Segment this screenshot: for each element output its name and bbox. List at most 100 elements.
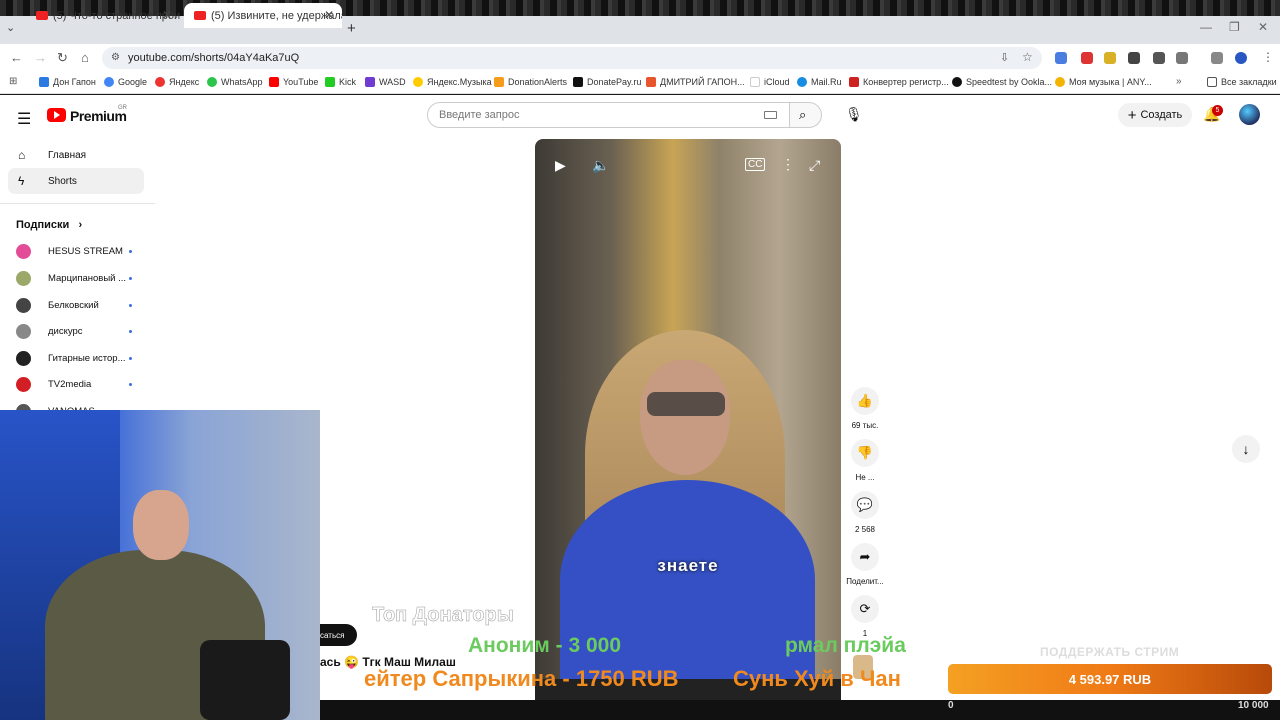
subscription-channel[interactable]: Марципановый ... <box>16 269 132 287</box>
home-icon[interactable]: ⌂ <box>81 50 89 65</box>
subscription-channel[interactable]: HESUS STREAM <box>16 242 132 260</box>
plus-icon: + <box>1127 106 1137 124</box>
reload-icon[interactable]: ↻ <box>57 50 68 66</box>
volume-icon[interactable]: 🔈 <box>592 157 609 174</box>
extension-icon[interactable] <box>1081 52 1093 64</box>
more-bookmarks-chevron-icon[interactable]: » <box>1176 76 1182 87</box>
subscriptions-heading[interactable]: Подписки › <box>16 219 82 231</box>
bookmark-item[interactable]: ДМИТРИЙ ГАПОН... <box>646 77 745 87</box>
media-controls-icon[interactable] <box>1211 52 1223 64</box>
bookmark-item[interactable]: YouTube <box>269 77 318 87</box>
new-content-dot <box>129 356 132 360</box>
extension-icon[interactable] <box>1104 52 1116 64</box>
vk-icon <box>39 77 49 87</box>
back-arrow-icon[interactable]: ← <box>10 50 23 65</box>
share-button[interactable]: ➦ <box>851 543 879 571</box>
browser-tab-1[interactable]: (5) Что-то странное происход ✕ <box>26 3 180 28</box>
donationalerts-icon <box>494 77 504 87</box>
goal-target-value: 10 000 <box>1238 700 1269 711</box>
play-icon[interactable]: ▶ <box>555 157 566 174</box>
search-icon: ⌕ <box>799 107 807 122</box>
donatepay-icon <box>573 77 583 87</box>
youtube-favicon-icon <box>194 11 206 20</box>
fullscreen-icon[interactable]: ⤢ <box>809 157 820 174</box>
bookmark-item[interactable]: Speedtest by Ookla... <box>952 77 1052 87</box>
channel-avatar <box>16 297 31 313</box>
new-content-dot <box>129 382 132 386</box>
bookmark-item[interactable]: Kick <box>325 77 356 87</box>
yandex-music-icon <box>413 77 423 87</box>
site-info-icon[interactable]: ⚙ <box>111 52 120 63</box>
extension-icon[interactable] <box>1153 52 1165 64</box>
minimize-window-button[interactable]: — <box>1200 20 1212 34</box>
bookmark-item[interactable]: Дон Гапон <box>39 77 96 87</box>
sidebar-item-home[interactable]: ⌂ Главная <box>8 142 144 168</box>
remix-button[interactable]: ⟳ <box>851 595 879 623</box>
browser-menu-icon[interactable]: ⋮ <box>1262 50 1274 64</box>
youtube-logo-icon[interactable] <box>47 108 66 122</box>
captions-icon[interactable]: CC <box>745 158 766 171</box>
close-tab-icon[interactable]: ✕ <box>324 8 334 22</box>
maximize-window-button[interactable]: ❐ <box>1229 20 1240 34</box>
microphone-icon[interactable]: 🎙 <box>845 106 863 123</box>
profile-avatar-icon[interactable] <box>1235 52 1247 64</box>
extension-icon[interactable] <box>1128 52 1140 64</box>
browser-tab-2-active[interactable]: (5) Извините, не удержалась ✕ <box>184 3 342 28</box>
keyboard-icon[interactable] <box>764 111 777 119</box>
comment-count: 2 568 <box>854 525 876 534</box>
close-window-button[interactable]: ✕ <box>1258 20 1268 34</box>
share-label: Поделит... <box>846 577 884 586</box>
google-icon <box>104 77 114 87</box>
create-label: Создать <box>1140 109 1183 121</box>
apps-grid-icon[interactable]: ⊞ <box>9 76 17 87</box>
comments-button[interactable]: 💬 <box>851 491 879 519</box>
subscription-channel[interactable]: Белковский <box>16 296 132 314</box>
bookmark-item[interactable]: DonationAlerts <box>494 77 567 87</box>
more-options-icon[interactable]: ⋮ <box>781 156 795 173</box>
bookmark-star-icon[interactable]: ☆ <box>1022 50 1033 64</box>
bookmark-item[interactable]: iCloud <box>750 77 790 87</box>
all-bookmarks-folder[interactable]: Все закладки <box>1207 77 1277 87</box>
extensions-puzzle-icon[interactable] <box>1176 52 1188 64</box>
chevron-right-icon: › <box>72 219 83 231</box>
music-icon <box>1055 77 1065 87</box>
next-video-button[interactable]: ↓ <box>1232 435 1260 463</box>
new-content-dot <box>129 276 132 280</box>
bookmark-item[interactable]: DonatePay.ru <box>573 77 641 87</box>
like-button[interactable]: 👍 <box>851 387 879 415</box>
remix-icon: ⟳ <box>859 601 871 616</box>
goal-start-value: 0 <box>948 700 954 711</box>
new-tab-button[interactable]: + <box>347 20 356 37</box>
subscription-channel[interactable]: Гитарные истор... <box>16 349 132 367</box>
menu-hamburger-icon[interactable]: ☰ <box>17 109 31 129</box>
bookmark-item[interactable]: Моя музыка | ANY... <box>1055 77 1152 87</box>
translate-extension-icon[interactable] <box>1055 52 1067 64</box>
channel-avatar <box>16 350 31 366</box>
bookmark-item[interactable]: Яндекс <box>155 77 199 87</box>
donator-entry: рмал плэйа <box>785 634 906 657</box>
tab-search-chevron-icon[interactable]: ⌄ <box>6 21 15 34</box>
forward-arrow-icon[interactable]: → <box>34 50 47 65</box>
bookmark-item[interactable]: WASD <box>365 77 406 87</box>
bookmark-item[interactable]: Mail.Ru <box>797 77 842 87</box>
subscription-channel[interactable]: TV2media <box>16 375 132 393</box>
install-app-icon[interactable]: ⇩ <box>1000 51 1009 64</box>
bookmark-item[interactable]: Яндекс.Музыка <box>413 77 492 87</box>
converter-icon <box>849 77 859 87</box>
subscribe-button-fragment[interactable]: саться <box>320 624 357 646</box>
channel-avatar <box>16 270 31 286</box>
home-icon: ⌂ <box>18 148 26 162</box>
arrow-down-icon: ↓ <box>1242 441 1250 457</box>
bookmark-item[interactable]: Google <box>104 77 147 87</box>
search-button[interactable]: ⌕ <box>790 102 822 128</box>
dislike-button[interactable]: 👎 <box>851 439 879 467</box>
folder-icon <box>1207 77 1217 87</box>
subscription-channel[interactable]: дискурс <box>16 322 132 340</box>
bookmark-item[interactable]: Конвертер регистр... <box>849 77 949 87</box>
sidebar-divider <box>0 203 155 204</box>
account-avatar[interactable] <box>1239 104 1260 125</box>
bookmark-item[interactable]: WhatsApp <box>207 77 263 87</box>
create-button[interactable]: + Создать <box>1118 103 1192 127</box>
sidebar-item-shorts[interactable]: ϟ Shorts <box>8 168 144 194</box>
close-tab-icon[interactable]: ✕ <box>162 8 172 22</box>
